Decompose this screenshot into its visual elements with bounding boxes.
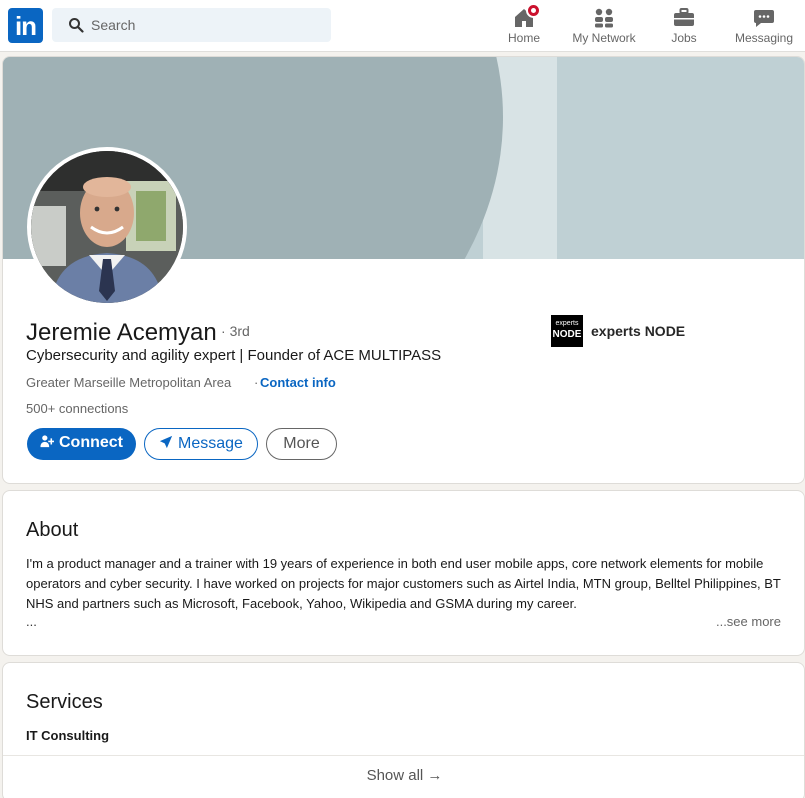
- nav-label-my-network: My Network: [572, 31, 636, 45]
- connection-degree: · 3rd: [221, 323, 250, 339]
- nav-item-jobs[interactable]: Jobs: [665, 0, 703, 52]
- connect-label: Connect: [59, 434, 123, 451]
- nav-label-jobs: Jobs: [671, 31, 697, 45]
- nav-item-my-network[interactable]: My Network: [569, 0, 639, 52]
- more-label: More: [283, 435, 320, 452]
- contact-info-link[interactable]: Contact info: [260, 375, 336, 390]
- top-nav: in Search Home My Network Jobs Messaging: [0, 0, 805, 52]
- about-text: I'm a product manager and a trainer with…: [26, 556, 781, 611]
- briefcase-icon: [672, 6, 696, 30]
- degree-dot: ·: [221, 323, 230, 339]
- network-icon: [592, 6, 616, 30]
- linkedin-logo-icon[interactable]: in: [8, 8, 43, 43]
- company-logo-line1: experts: [555, 320, 579, 327]
- home-icon: [512, 3, 541, 30]
- show-all-button[interactable]: Show all →: [3, 767, 804, 784]
- profile-location: Greater Marseille Metropolitan Area: [26, 375, 232, 390]
- more-button[interactable]: More: [266, 428, 337, 460]
- company-logo-line2: NODE: [552, 329, 582, 340]
- notification-badge: [526, 3, 541, 18]
- search-input[interactable]: Search: [91, 17, 135, 33]
- service-item: IT Consulting: [26, 728, 110, 743]
- message-button[interactable]: Message: [144, 428, 258, 460]
- about-ellipsis: ...: [26, 614, 37, 629]
- about-section: About I'm a product manager and a traine…: [2, 490, 805, 656]
- see-more-link[interactable]: ...see more: [716, 614, 781, 629]
- nav-label-messaging: Messaging: [734, 31, 794, 45]
- profile-name: Jeremie Acemyan: [26, 319, 217, 346]
- about-title: About: [26, 519, 79, 541]
- divider: [3, 755, 804, 756]
- nav-item-messaging[interactable]: Messaging: [733, 0, 795, 52]
- nav-label-home: Home: [507, 31, 540, 45]
- profile-card: Jeremie Acemyan · 3rd Cybersecurity and …: [2, 56, 805, 484]
- search-icon: [69, 18, 84, 33]
- search-bar[interactable]: Search: [52, 8, 331, 42]
- connections-count[interactable]: 500+ connections: [26, 401, 128, 416]
- separator-dot: ·: [254, 375, 259, 390]
- company-name[interactable]: experts NODE: [591, 323, 685, 339]
- services-section: Services IT Consulting Show all →: [2, 662, 805, 798]
- profile-headline: Cybersecurity and agility expert | Found…: [26, 347, 442, 364]
- services-title: Services: [26, 691, 103, 713]
- profile-photo[interactable]: [27, 147, 187, 307]
- degree-label: 3rd: [229, 323, 250, 339]
- connect-button[interactable]: Connect: [27, 428, 136, 460]
- send-icon: [159, 436, 173, 449]
- nav-item-home[interactable]: Home: [505, 0, 543, 52]
- company-logo[interactable]: experts NODE: [551, 315, 583, 347]
- message-label: Message: [178, 435, 243, 452]
- message-icon: [752, 6, 776, 30]
- add-person-icon: [40, 435, 54, 448]
